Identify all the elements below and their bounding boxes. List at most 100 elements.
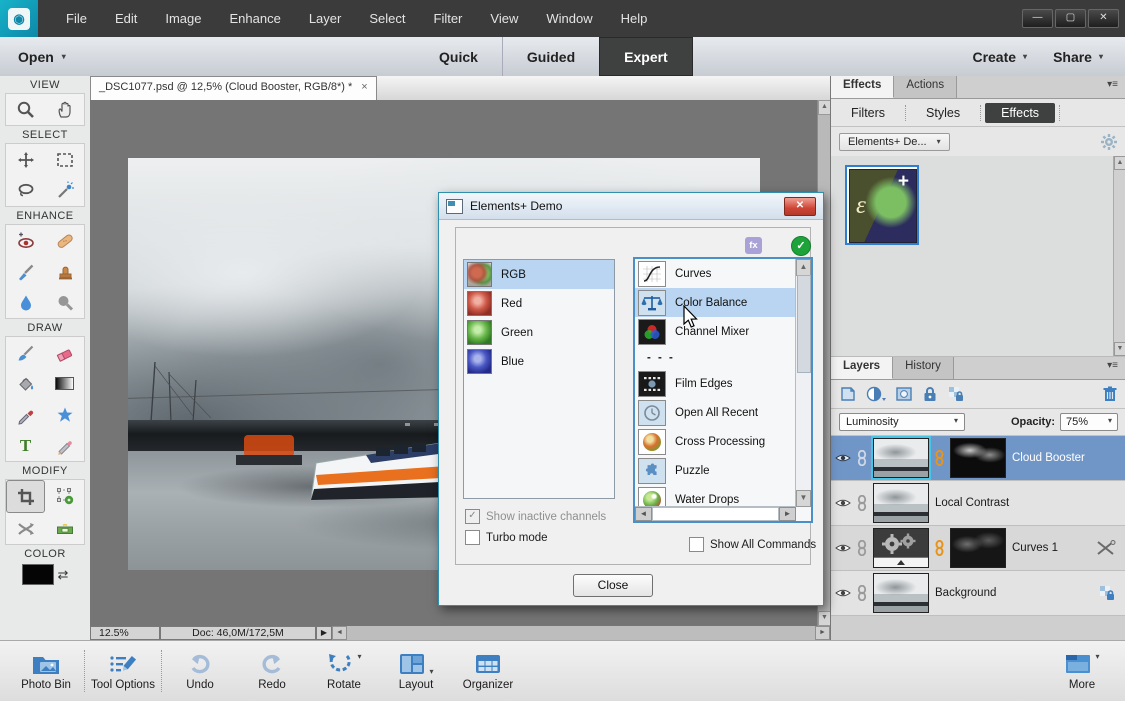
channel-item-rgb[interactable]: RGB bbox=[464, 260, 614, 289]
effects-preset-dropdown[interactable]: Elements+ De... ▾ bbox=[839, 133, 950, 151]
effect-thumbnail-elements-plus[interactable]: ε + bbox=[845, 165, 919, 245]
tab-history[interactable]: History bbox=[893, 357, 954, 379]
layer-name[interactable]: Background bbox=[935, 587, 996, 599]
marquee-tool[interactable] bbox=[45, 144, 84, 175]
clone-stamp-tool[interactable] bbox=[45, 256, 84, 287]
rotate-button[interactable]: ▾ Rotate bbox=[308, 652, 380, 691]
shape-tool[interactable] bbox=[45, 399, 84, 430]
more-button[interactable]: ▾ More bbox=[1049, 652, 1115, 691]
eyedropper-tool[interactable] bbox=[6, 399, 45, 430]
layout-button[interactable]: ▾ Layout bbox=[380, 652, 452, 691]
blend-mode-dropdown[interactable]: Luminosity ▾ bbox=[839, 413, 965, 431]
rotate-dropdown-icon[interactable]: ▾ bbox=[357, 652, 361, 661]
command-item-curves[interactable]: Curves bbox=[635, 259, 796, 288]
channel-item-blue[interactable]: Blue bbox=[464, 347, 614, 376]
type-tool[interactable]: T bbox=[6, 430, 45, 461]
link-icon[interactable] bbox=[857, 495, 867, 511]
settings-gear-icon[interactable] bbox=[1100, 133, 1118, 151]
menu-layer[interactable]: Layer bbox=[295, 11, 356, 26]
visibility-eye-icon[interactable] bbox=[835, 542, 851, 554]
foreground-color-swatch[interactable] bbox=[22, 564, 54, 585]
command-item-open-all-recent[interactable]: Open All Recent bbox=[635, 398, 796, 427]
hand-tool[interactable] bbox=[45, 94, 84, 125]
pencil-tool[interactable] bbox=[45, 430, 84, 461]
layer-row-curves-1[interactable]: Curves 1 bbox=[831, 526, 1125, 571]
subtab-styles[interactable]: Styles bbox=[910, 103, 976, 123]
recompose-tool[interactable] bbox=[45, 480, 84, 511]
content-aware-move-tool[interactable] bbox=[6, 513, 45, 544]
effects-scrollbar[interactable]: ▲ ▼ bbox=[1113, 156, 1125, 356]
document-tab[interactable]: _DSC1077.psd @ 12,5% (Cloud Booster, RGB… bbox=[90, 76, 377, 100]
layer-thumbnail[interactable] bbox=[873, 438, 929, 478]
panel-menu-icon[interactable]: ▾≡ bbox=[1099, 76, 1125, 98]
tab-effects[interactable]: Effects bbox=[831, 76, 894, 98]
spot-healing-brush-tool[interactable] bbox=[45, 225, 84, 256]
command-list-horizontal-scrollbar[interactable]: ◄ ► bbox=[635, 506, 796, 521]
scroll-left-icon[interactable]: ◄ bbox=[332, 626, 347, 640]
create-button[interactable]: Create▾ bbox=[972, 49, 1027, 65]
photo-bin-button[interactable]: Photo Bin bbox=[10, 652, 82, 691]
menu-image[interactable]: Image bbox=[151, 11, 215, 26]
channel-item-green[interactable]: Green bbox=[464, 318, 614, 347]
move-tool[interactable] bbox=[6, 144, 45, 175]
dialog-close-action-button[interactable]: Close bbox=[573, 574, 653, 597]
more-dropdown-icon[interactable]: ▾ bbox=[1095, 652, 1099, 661]
link-icon[interactable] bbox=[857, 540, 867, 556]
lasso-tool[interactable] bbox=[6, 175, 45, 206]
tab-guided[interactable]: Guided bbox=[502, 37, 599, 76]
document-close-icon[interactable]: × bbox=[361, 81, 367, 100]
smart-brush-tool[interactable] bbox=[6, 256, 45, 287]
show-all-commands-checkbox[interactable]: Show All Commands bbox=[689, 537, 816, 552]
layers-panel-menu-icon[interactable]: ▾≡ bbox=[1099, 357, 1125, 379]
visibility-eye-icon[interactable] bbox=[835, 587, 851, 599]
layer-name[interactable]: Local Contrast bbox=[935, 497, 1009, 509]
menu-view[interactable]: View bbox=[476, 11, 532, 26]
background-lock-icon[interactable] bbox=[1098, 584, 1116, 602]
link-icon[interactable] bbox=[857, 450, 867, 466]
minimize-button[interactable]: — bbox=[1022, 9, 1053, 28]
layer-mask-thumbnail[interactable] bbox=[950, 528, 1006, 568]
turbo-mode-checkbox[interactable]: Turbo mode bbox=[465, 530, 548, 545]
adjustment-layer-thumbnail[interactable] bbox=[873, 528, 929, 568]
layer-name[interactable]: Curves 1 bbox=[1012, 542, 1058, 554]
visibility-eye-icon[interactable] bbox=[835, 497, 851, 509]
eraser-tool[interactable] bbox=[45, 337, 84, 368]
gradient-tool[interactable] bbox=[45, 368, 84, 399]
menu-edit[interactable]: Edit bbox=[101, 11, 151, 26]
dialog-title-bar[interactable]: Elements+ Demo ✕ bbox=[439, 193, 823, 220]
layer-row-background[interactable]: Background bbox=[831, 571, 1125, 616]
layer-thumbnail[interactable] bbox=[873, 483, 929, 523]
paint-bucket-tool[interactable] bbox=[6, 368, 45, 399]
cmd-scroll-right-icon[interactable]: ► bbox=[779, 507, 796, 521]
cmd-scroll-thumb[interactable] bbox=[797, 275, 811, 373]
new-layer-icon[interactable] bbox=[839, 385, 857, 403]
maximize-button[interactable]: ▢ bbox=[1055, 9, 1086, 28]
canvas-horizontal-scrollbar[interactable]: ◄ ► bbox=[332, 626, 830, 640]
crop-tool[interactable] bbox=[6, 480, 45, 513]
layer-row-local-contrast[interactable]: Local Contrast bbox=[831, 481, 1125, 526]
command-item-channel-mixer[interactable]: Channel Mixer bbox=[635, 317, 796, 346]
brush-tool[interactable] bbox=[6, 337, 45, 368]
command-item-puzzle[interactable]: Puzzle bbox=[635, 456, 796, 485]
status-expand-icon[interactable]: ▶ bbox=[316, 626, 332, 640]
menu-file[interactable]: File bbox=[52, 11, 101, 26]
command-item-film-edges[interactable]: Film Edges bbox=[635, 369, 796, 398]
redo-button[interactable]: Redo bbox=[236, 652, 308, 691]
command-item-cross-processing[interactable]: Cross Processing bbox=[635, 427, 796, 456]
layer-thumbnail[interactable] bbox=[873, 573, 929, 613]
tool-options-button[interactable]: Tool Options bbox=[87, 652, 159, 691]
open-button[interactable]: Open ▾ bbox=[18, 49, 66, 65]
tab-layers[interactable]: Layers bbox=[831, 357, 893, 379]
layer-mask-icon[interactable] bbox=[895, 385, 913, 403]
layout-dropdown-icon[interactable]: ▾ bbox=[429, 667, 433, 676]
lock-icon[interactable] bbox=[922, 385, 938, 403]
share-button[interactable]: Share▾ bbox=[1053, 49, 1103, 65]
doc-size-info[interactable]: Doc: 46,0M/172,5M bbox=[160, 626, 316, 640]
subtab-filters[interactable]: Filters bbox=[835, 103, 901, 123]
cmd-scroll-up-icon[interactable]: ▲ bbox=[796, 259, 811, 276]
menu-enhance[interactable]: Enhance bbox=[216, 11, 295, 26]
tab-expert[interactable]: Expert bbox=[599, 37, 693, 76]
lock-transparent-pixels-icon[interactable] bbox=[947, 385, 965, 403]
channel-item-red[interactable]: Red bbox=[464, 289, 614, 318]
zoom-tool[interactable] bbox=[6, 94, 45, 125]
